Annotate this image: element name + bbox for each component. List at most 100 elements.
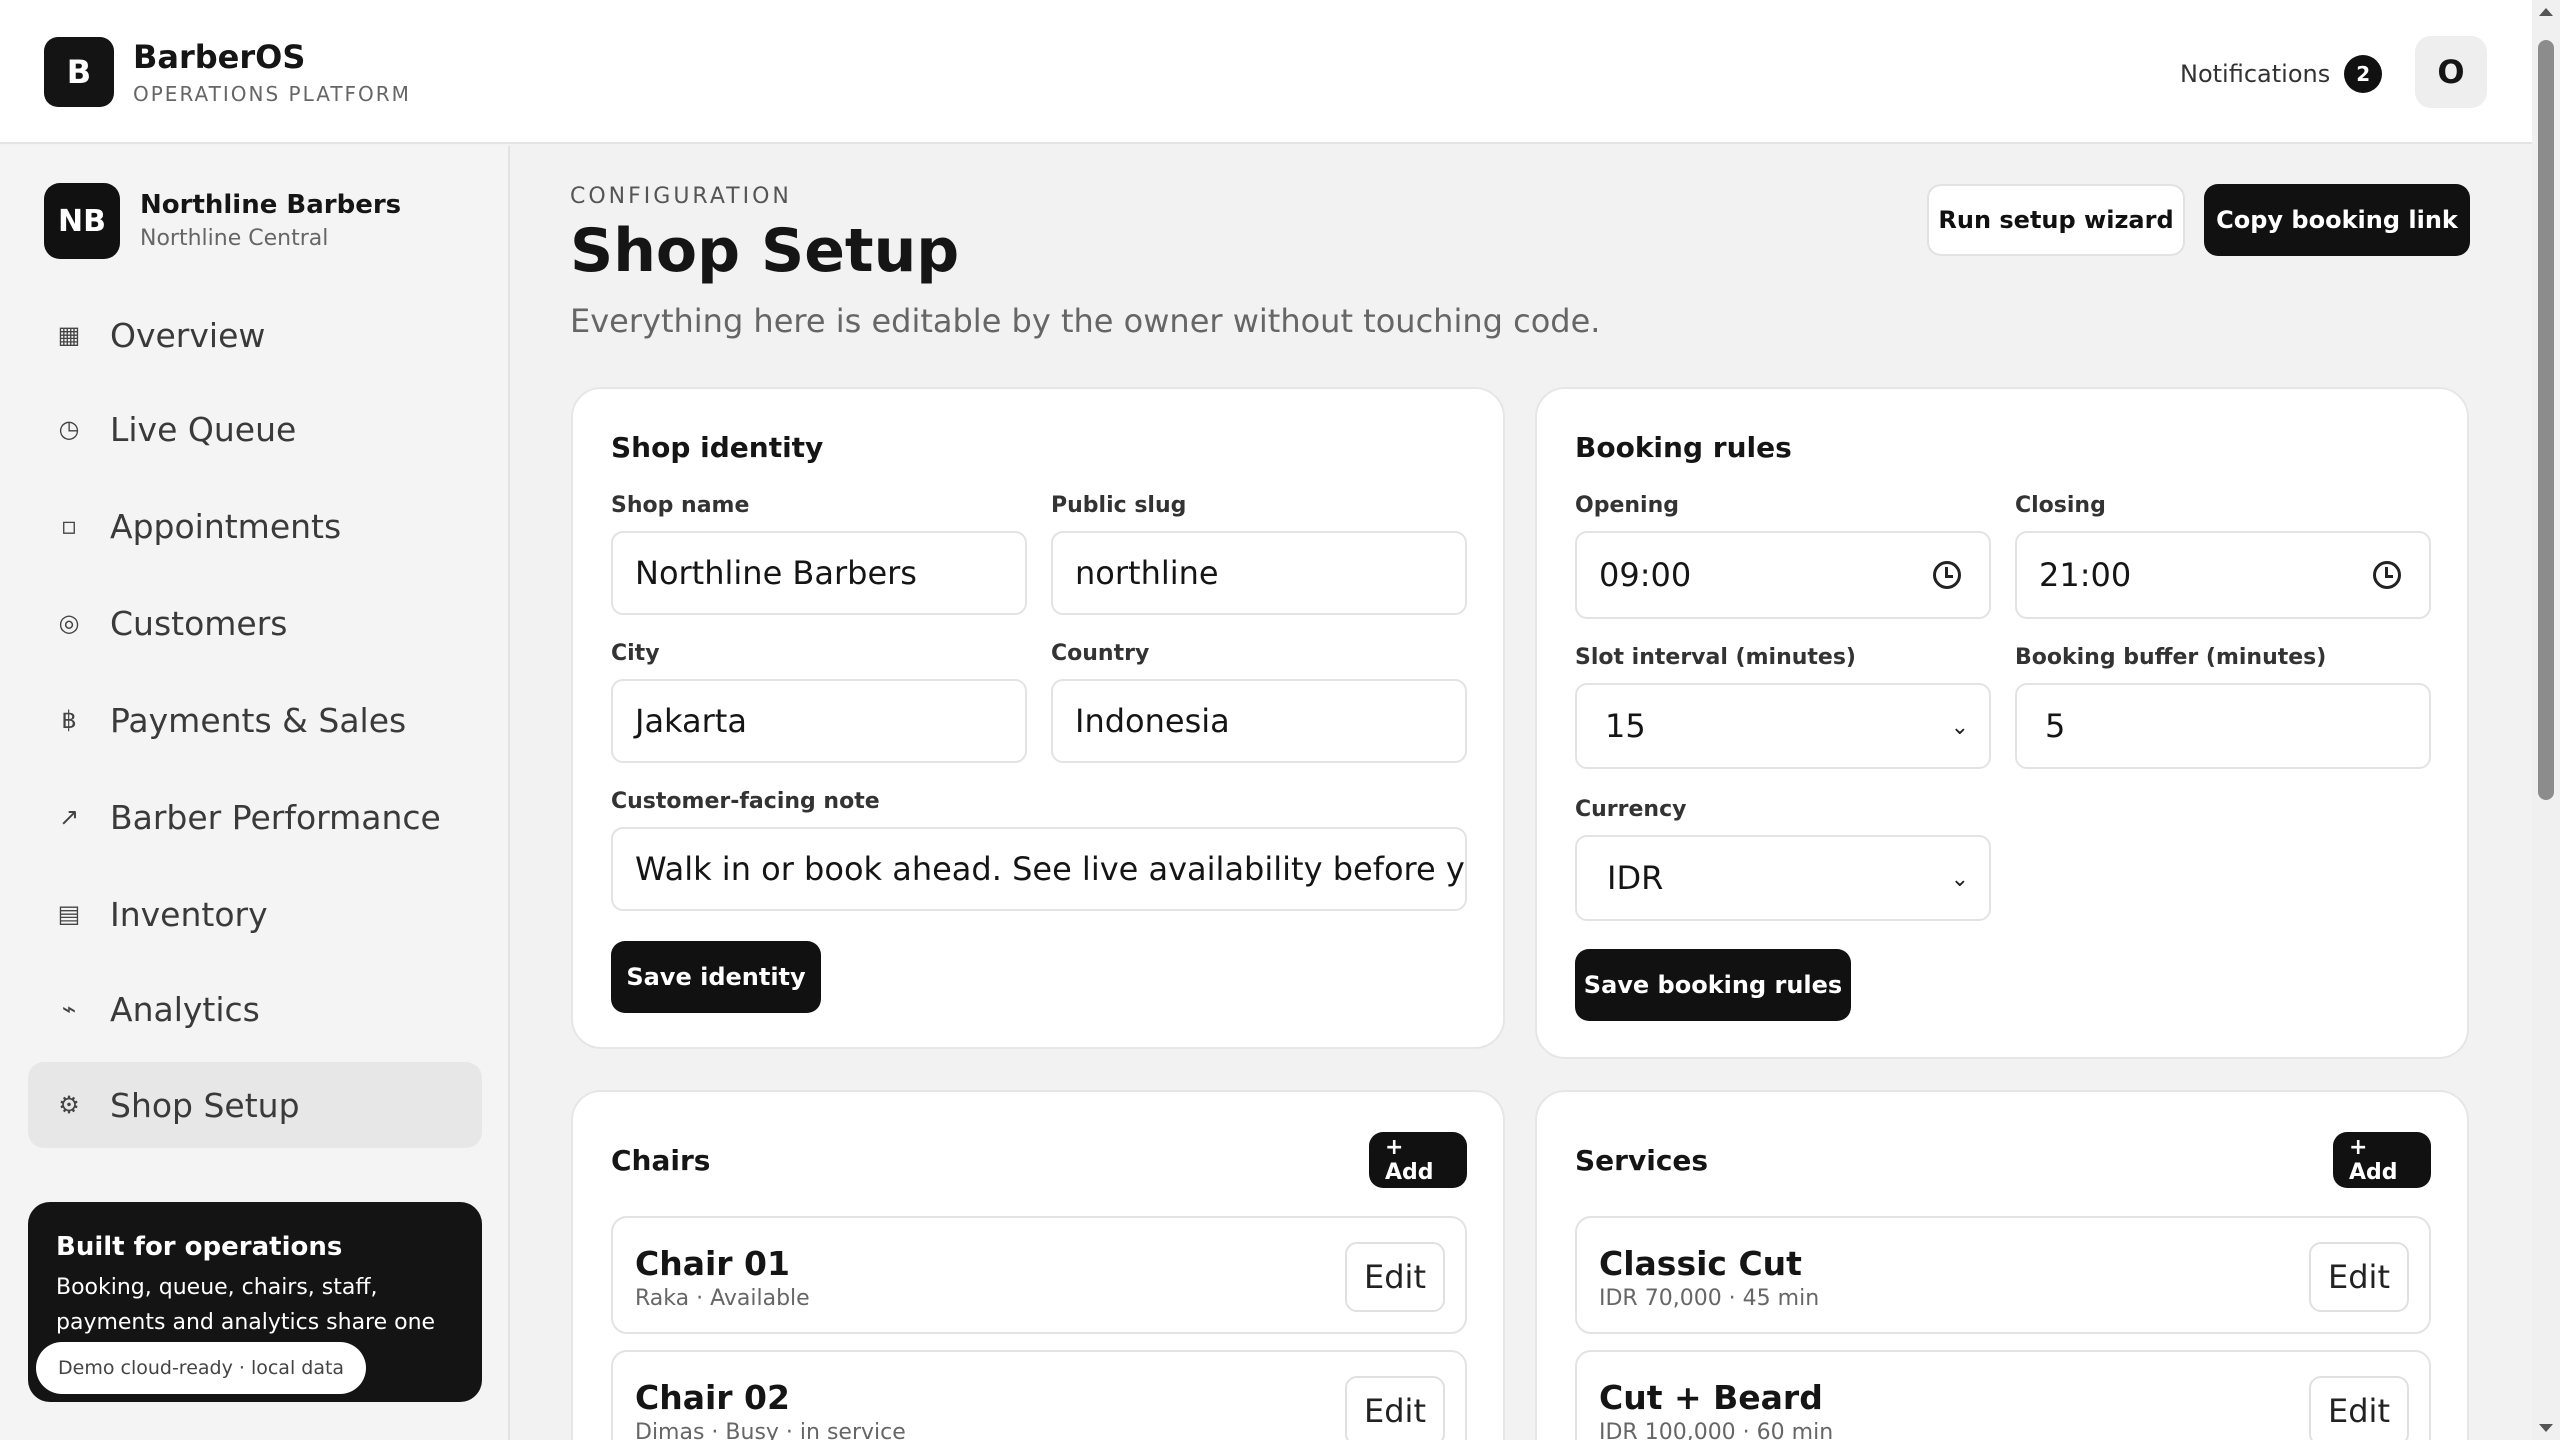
notifications-count-badge: 2 <box>2344 55 2383 93</box>
shop-name-input[interactable]: Northline Barbers <box>611 531 1027 615</box>
user-avatar[interactable]: O <box>2415 36 2487 108</box>
shop-avatar: NB <box>44 183 120 259</box>
run-setup-wizard-button[interactable]: Run setup wizard <box>1927 184 2185 256</box>
slot-interval-label: Slot interval (minutes) <box>1575 645 1856 670</box>
edit-button[interactable]: Edit <box>1345 1242 1445 1312</box>
closing-time-value: 21:00 <box>2039 556 2132 594</box>
closing-time-input[interactable]: 21:00 <box>2015 531 2431 619</box>
page-scrollbar[interactable] <box>2532 0 2560 1440</box>
status-badge: Demo cloud-ready · local data <box>36 1342 367 1394</box>
chairs-card: Chairs + Add Chair 01 Raka · Available E… <box>571 1090 1505 1440</box>
calendar-icon: ▫ <box>60 512 78 540</box>
brand-logo: B <box>44 37 114 107</box>
sidebar-item-label: Appointments <box>110 506 342 546</box>
opening-label: Opening <box>1575 493 1679 518</box>
city-label: City <box>611 641 660 666</box>
sidebar-item-inventory[interactable]: ▤ Inventory <box>28 871 482 957</box>
public-slug-input[interactable]: northline <box>1051 531 1467 615</box>
clock-icon[interactable] <box>1933 561 1961 589</box>
sidebar-item-label: Analytics <box>110 989 260 1029</box>
shop-identity-card: Shop identity Shop name Northline Barber… <box>571 387 1505 1049</box>
chair-detail: Dimas · Busy · in service <box>635 1420 906 1440</box>
chair-name: Chair 01 <box>635 1244 790 1283</box>
add-chair-button[interactable]: + Add <box>1369 1132 1467 1188</box>
sidebar-item-label: Payments & Sales <box>110 700 407 740</box>
brand-name: BarberOS <box>133 38 306 76</box>
card-title: Services <box>1575 1144 1709 1177</box>
sidebar-item-barber-performance[interactable]: ↗ Barber Performance <box>28 774 482 860</box>
page-title: Shop Setup <box>570 216 960 286</box>
slot-interval-value: 15 <box>1605 707 1646 745</box>
sidebar-item-label: Overview <box>110 315 266 355</box>
scroll-down-arrow-icon[interactable] <box>2539 1424 2553 1432</box>
chair-detail: Raka · Available <box>635 1286 810 1311</box>
edit-button[interactable]: Edit <box>2309 1242 2409 1312</box>
sidebar-item-customers[interactable]: ◎ Customers <box>28 580 482 666</box>
customer-note-input[interactable]: Walk in or book ahead. See live availabi… <box>611 827 1467 911</box>
save-booking-rules-button[interactable]: Save booking rules <box>1575 949 1851 1021</box>
list-item: Classic Cut IDR 70,000 · 45 min Edit <box>1575 1216 2431 1334</box>
list-item: Chair 02 Dimas · Busy · in service Edit <box>611 1350 1467 1440</box>
promo-title: Built for operations <box>56 1232 343 1262</box>
card-title: Chairs <box>611 1144 711 1177</box>
inventory-icon: ▤ <box>57 900 81 928</box>
sidebar-item-analytics[interactable]: ⌁ Analytics <box>28 966 482 1052</box>
copy-booking-link-button[interactable]: Copy booking link <box>2204 184 2470 256</box>
add-service-button[interactable]: + Add <box>2333 1132 2431 1188</box>
shop-name: Northline Barbers <box>140 190 402 220</box>
customer-note-label: Customer-facing note <box>611 789 880 814</box>
booking-buffer-label: Booking buffer (minutes) <box>2015 645 2327 670</box>
closing-label: Closing <box>2015 493 2106 518</box>
payments-icon: ฿ <box>61 706 77 734</box>
sidebar-item-label: Live Queue <box>110 409 297 449</box>
opening-time-input[interactable]: 09:00 <box>1575 531 1991 619</box>
service-name: Classic Cut <box>1599 1244 1802 1283</box>
service-detail: IDR 100,000 · 60 min <box>1599 1420 1834 1440</box>
chair-name: Chair 02 <box>635 1378 790 1417</box>
booking-rules-card: Booking rules Opening 09:00 Closing 21:0… <box>1535 387 2469 1059</box>
card-title: Shop identity <box>611 431 824 464</box>
save-identity-button[interactable]: Save identity <box>611 941 821 1013</box>
service-name: Cut + Beard <box>1599 1378 1823 1417</box>
card-title: Booking rules <box>1575 431 1792 464</box>
city-input[interactable]: Jakarta <box>611 679 1027 763</box>
top-bar: B BarberOS OPERATIONS PLATFORM Notificat… <box>0 0 2532 144</box>
sidebar-item-payments-sales[interactable]: ฿ Payments & Sales <box>28 677 482 763</box>
clock-icon: ◷ <box>58 415 80 443</box>
scrollbar-thumb[interactable] <box>2538 40 2554 800</box>
sidebar-item-live-queue[interactable]: ◷ Live Queue <box>28 386 482 472</box>
sidebar-item-label: Inventory <box>110 894 268 934</box>
section-label: CONFIGURATION <box>570 184 792 209</box>
booking-buffer-input[interactable]: 5 <box>2015 683 2431 769</box>
country-input[interactable]: Indonesia <box>1051 679 1467 763</box>
currency-select[interactable]: IDR ⌄ <box>1575 835 1991 921</box>
customers-icon: ◎ <box>58 609 80 637</box>
shop-name-label: Shop name <box>611 493 750 518</box>
list-item: Cut + Beard IDR 100,000 · 60 min Edit <box>1575 1350 2431 1440</box>
sidebar-item-label: Barber Performance <box>110 797 441 837</box>
notifications-button[interactable]: Notifications 2 <box>2180 55 2383 93</box>
analytics-icon: ⌁ <box>61 995 77 1023</box>
services-card: Services + Add Classic Cut IDR 70,000 · … <box>1535 1090 2469 1440</box>
edit-button[interactable]: Edit <box>1345 1376 1445 1440</box>
scroll-up-arrow-icon[interactable] <box>2539 8 2553 16</box>
sidebar: NB Northline Barbers Northline Central ▦… <box>0 146 510 1440</box>
currency-value: IDR <box>1607 859 1664 897</box>
service-detail: IDR 70,000 · 45 min <box>1599 1286 1820 1311</box>
opening-time-value: 09:00 <box>1599 556 1692 594</box>
gear-icon: ⚙ <box>58 1091 80 1119</box>
page-description: Everything here is editable by the owner… <box>570 302 1601 340</box>
promo-card: Built for operations Booking, queue, cha… <box>28 1202 482 1402</box>
sidebar-item-shop-setup[interactable]: ⚙ Shop Setup <box>28 1062 482 1148</box>
sidebar-item-label: Customers <box>110 603 288 643</box>
edit-button[interactable]: Edit <box>2309 1376 2409 1440</box>
slot-interval-select[interactable]: 15 ⌄ <box>1575 683 1991 769</box>
chevron-down-icon: ⌄ <box>1950 715 1969 740</box>
trend-icon: ↗ <box>58 803 80 831</box>
sidebar-item-label: Shop Setup <box>110 1085 300 1125</box>
sidebar-item-overview[interactable]: ▦ Overview <box>28 292 482 378</box>
chevron-down-icon: ⌄ <box>1950 867 1969 892</box>
public-slug-label: Public slug <box>1051 493 1187 518</box>
sidebar-item-appointments[interactable]: ▫ Appointments <box>28 483 482 569</box>
clock-icon[interactable] <box>2373 561 2401 589</box>
